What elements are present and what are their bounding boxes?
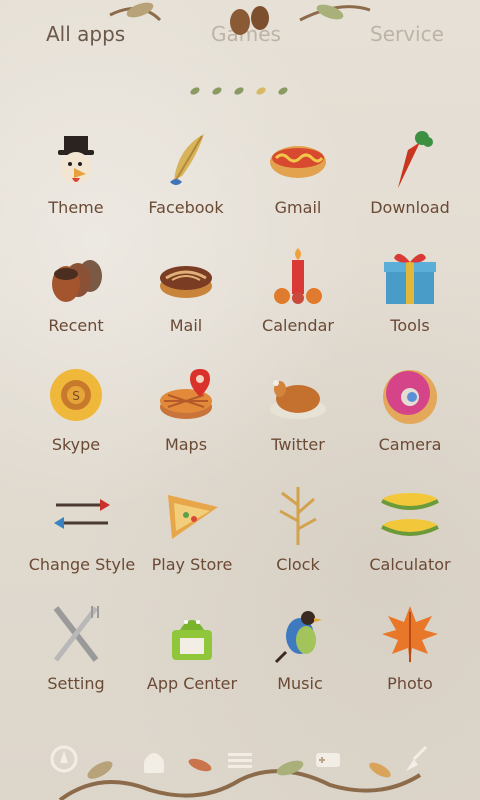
app-mail[interactable]: Mail: [126, 238, 246, 348]
app-calculator[interactable]: Calculator: [350, 477, 470, 587]
app-facebook[interactable]: Facebook: [126, 120, 246, 230]
app-label: Music: [277, 674, 323, 693]
app-label: Setting: [47, 674, 105, 693]
page-indicator: [189, 85, 290, 100]
app-label: Mail: [169, 316, 203, 335]
app-label: Photo: [387, 674, 433, 693]
app-download[interactable]: Download: [350, 120, 470, 230]
app-label: Change Style: [28, 555, 136, 574]
app-label: Download: [370, 198, 450, 217]
sunflower-icon: S: [50, 369, 102, 421]
app-label: Twitter: [271, 435, 325, 454]
app-label: Calendar: [262, 316, 334, 335]
app-label: Calculator: [369, 555, 451, 574]
app-label: Camera: [378, 435, 442, 454]
decorative-branches-bottom: [58, 758, 422, 800]
wheat-icon: [279, 487, 317, 545]
maple-leaf-icon: [382, 606, 438, 664]
chestnut-icon: [52, 260, 102, 302]
app-change-style[interactable]: Change Style: [22, 477, 142, 587]
app-calendar[interactable]: Calendar: [238, 238, 358, 348]
app-recent[interactable]: Recent: [16, 238, 136, 348]
app-label: Play Store: [151, 555, 233, 574]
android-basket-icon: [172, 620, 212, 660]
candle-icon: [274, 248, 322, 304]
donut-icon: [383, 370, 437, 424]
tab-service[interactable]: Service: [370, 22, 444, 46]
app-label: Maps: [164, 435, 208, 454]
page-dot-1: [189, 85, 201, 97]
page-dot-3: [233, 85, 245, 97]
page-dot-4: [255, 85, 267, 97]
corn-icon: [381, 493, 439, 536]
app-label: Facebook: [148, 198, 224, 217]
bird-icon: [274, 611, 322, 664]
roast-turkey-icon: [270, 380, 326, 419]
hotdog-icon: [270, 146, 326, 178]
arrows-icon: [54, 499, 110, 529]
app-camera[interactable]: Camera: [350, 357, 470, 467]
app-maps[interactable]: Maps: [126, 357, 246, 467]
app-twitter[interactable]: Twitter: [238, 357, 358, 467]
app-play-store[interactable]: Play Store: [132, 477, 252, 587]
app-label: Tools: [390, 316, 430, 335]
app-label: Skype: [51, 435, 101, 454]
app-clock[interactable]: Clock: [238, 477, 358, 587]
pie-pin-icon: [160, 369, 212, 419]
svg-text:S: S: [72, 389, 80, 403]
app-setting[interactable]: Setting: [16, 596, 136, 706]
pie-slice-icon: [168, 495, 218, 539]
decorative-leaves-top: [109, 2, 371, 35]
app-label: Theme: [48, 198, 104, 217]
page-dot-2: [211, 85, 223, 97]
turkey-icon: [58, 136, 94, 184]
app-skype[interactable]: S Skype: [16, 357, 136, 467]
feather-icon: [170, 134, 204, 185]
app-gmail[interactable]: Gmail: [238, 120, 358, 230]
app-label: App Center: [146, 674, 238, 693]
pie-icon: [160, 266, 212, 298]
app-tools[interactable]: Tools: [350, 238, 470, 348]
app-music[interactable]: Music: [240, 596, 360, 706]
app-label: Clock: [276, 555, 320, 574]
app-app-center[interactable]: App Center: [132, 596, 252, 706]
app-photo[interactable]: Photo: [350, 596, 470, 706]
giftbox-icon: [384, 253, 436, 304]
app-label: Recent: [48, 316, 104, 335]
app-theme[interactable]: Theme: [16, 120, 136, 230]
app-label: Gmail: [274, 198, 322, 217]
fork-knife-icon: [53, 606, 99, 662]
page-dot-5: [277, 85, 289, 97]
carrot-icon: [398, 131, 433, 188]
